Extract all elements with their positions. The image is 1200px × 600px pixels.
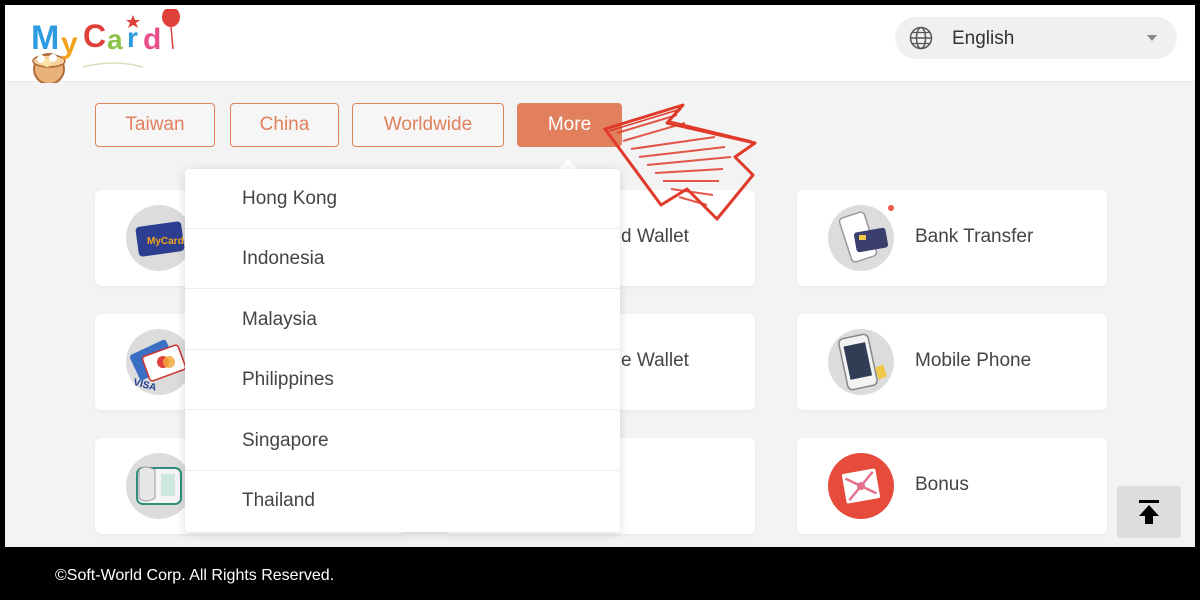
copyright-text: ©Soft-World Corp. All Rights Reserved.: [55, 567, 335, 584]
more-regions-dropdown: Hong Kong Indonesia Malaysia Philippines…: [185, 169, 620, 532]
payment-label: e Wallet: [621, 350, 689, 371]
payment-card-bank-transfer[interactable]: Bank Transfer: [797, 190, 1107, 286]
arrow-to-top-icon: [1139, 500, 1159, 524]
dropdown-item-indonesia[interactable]: Indonesia: [185, 229, 620, 289]
svg-text:M: M: [31, 19, 59, 57]
mycard-logo[interactable]: M y C a r d: [23, 9, 193, 83]
credit-card-icon: VISA: [126, 329, 192, 395]
tab-taiwan[interactable]: Taiwan: [95, 103, 215, 147]
svg-text:C: C: [83, 18, 106, 54]
svg-text:MyCard: MyCard: [147, 236, 184, 247]
globe-icon: [909, 26, 933, 50]
dropdown-item-malaysia[interactable]: Malaysia: [185, 290, 620, 350]
chevron-down-icon: [1147, 35, 1157, 41]
dropdown-item-singapore[interactable]: Singapore: [185, 411, 620, 471]
tab-worldwide[interactable]: Worldwide: [352, 103, 504, 147]
bank-transfer-phone-icon: [828, 205, 894, 271]
back-to-top-button[interactable]: [1117, 486, 1181, 538]
payment-label: d Wallet: [621, 226, 689, 247]
tab-more[interactable]: More: [517, 103, 622, 147]
top-bar: M y C a r d English: [5, 5, 1195, 83]
language-label: English: [952, 28, 1015, 49]
language-selector[interactable]: English: [895, 17, 1177, 59]
mobile-phone-icon: [828, 329, 894, 395]
dropdown-item-hong-kong[interactable]: Hong Kong: [185, 169, 620, 229]
dropdown-item-philippines[interactable]: Philippines: [185, 350, 620, 410]
payment-label: Bonus: [915, 474, 969, 495]
mycard-card-icon: MyCard: [126, 205, 192, 271]
svg-text:d: d: [143, 23, 161, 56]
payment-label: Mobile Phone: [915, 350, 1032, 371]
payment-card-bonus[interactable]: Bonus: [797, 438, 1107, 534]
payment-label: Bank Transfer: [915, 226, 1034, 247]
page-frame: M y C a r d English Taiwan China Worldwi…: [5, 5, 1195, 547]
gift-icon: [828, 453, 894, 519]
svg-text:a: a: [107, 24, 123, 55]
dropdown-item-thailand[interactable]: Thailand: [185, 471, 620, 531]
telephone-icon: [126, 453, 192, 519]
payment-card-mobile-phone[interactable]: Mobile Phone: [797, 314, 1107, 410]
svg-text:y: y: [61, 27, 78, 60]
tab-china[interactable]: China: [230, 103, 339, 147]
